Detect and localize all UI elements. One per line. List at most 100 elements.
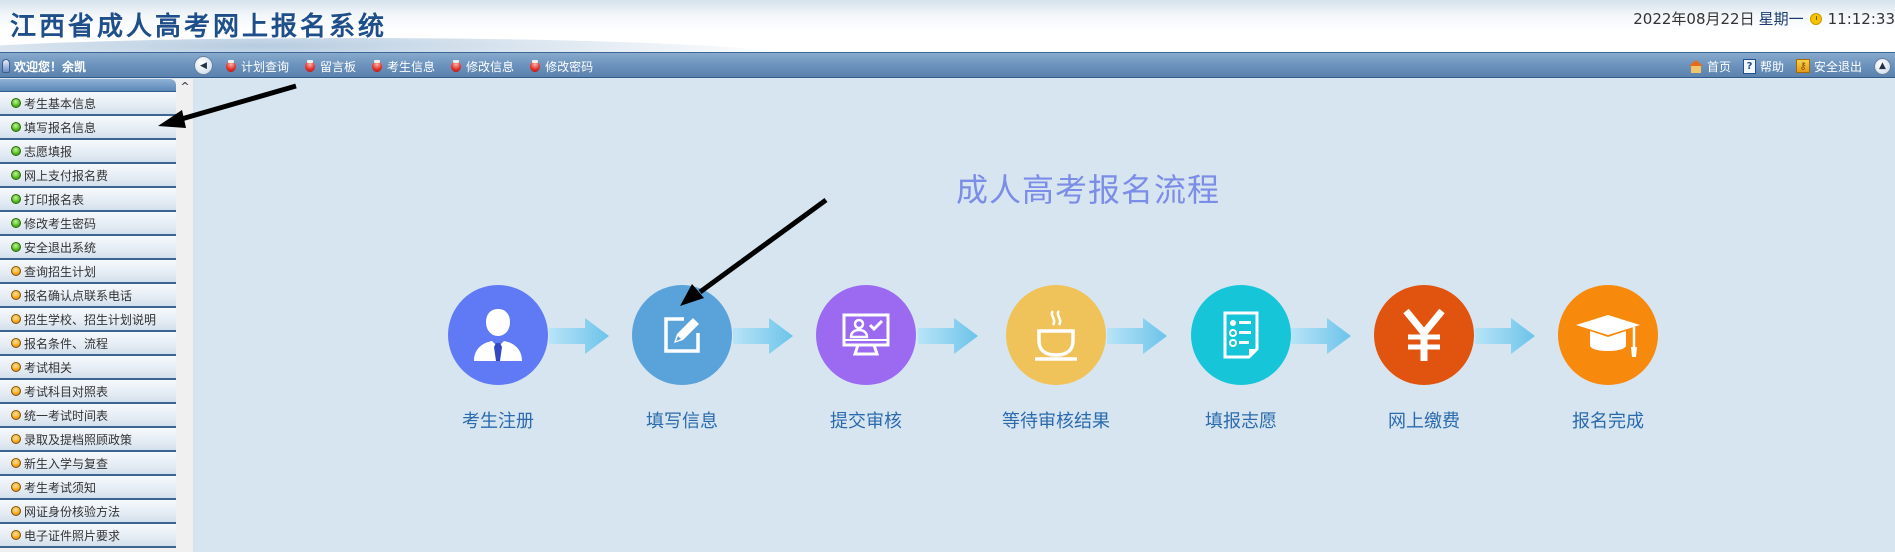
- home-icon: [1688, 59, 1703, 73]
- step-await-result[interactable]: 等待审核结果: [986, 285, 1126, 433]
- help-link[interactable]: ? 帮助: [1742, 58, 1784, 75]
- sidebar-item[interactable]: 网上支付报名费: [0, 164, 176, 188]
- nav-link-label: 留言板: [320, 59, 357, 74]
- collapse-header-button[interactable]: ▲: [1874, 57, 1891, 75]
- step-label: 等待审核结果: [1002, 411, 1110, 432]
- nav-link-label: 考生信息: [387, 59, 436, 74]
- help-icon: ?: [1742, 58, 1756, 74]
- sidebar-item[interactable]: 考生考试须知: [0, 476, 176, 500]
- orange-status-dot-icon: [11, 410, 21, 420]
- red-dot-icon: [226, 59, 236, 72]
- sidebar-item[interactable]: 统一考试时间表: [0, 404, 176, 428]
- date-text: 2022年08月22日: [1633, 10, 1755, 28]
- step-label: 网上缴费: [1388, 411, 1460, 432]
- flow-arrow-icon: [918, 318, 978, 354]
- nav-link-candidate-info[interactable]: 考生信息: [372, 58, 435, 75]
- orange-status-dot-icon: [11, 314, 21, 324]
- step-circle: [816, 285, 916, 385]
- nav-link-plan-query[interactable]: 计划查询: [226, 58, 289, 75]
- monitor-check-icon: [842, 313, 890, 356]
- sidebar-item-label: 修改考生密码: [24, 216, 97, 231]
- sidebar-item-label: 网上支付报名费: [24, 168, 109, 183]
- step-register[interactable]: 考生注册: [428, 285, 568, 433]
- sidebar-item[interactable]: 安全退出系统: [0, 236, 176, 260]
- datetime: 2022年08月22日 星期一 11:12:33: [1633, 8, 1895, 29]
- flow-arrow-icon: [549, 318, 609, 354]
- orange-status-dot-icon: [11, 338, 21, 348]
- sidebar-item[interactable]: 考生基本信息: [0, 92, 176, 116]
- sidebar-item[interactable]: 新生入学与复查: [0, 452, 176, 476]
- yen-icon: [1403, 308, 1445, 361]
- sidebar-item-label: 查询招生计划: [24, 264, 97, 279]
- step-label: 填写信息: [646, 411, 718, 432]
- sidebar-item[interactable]: 网证身份核验方法: [0, 500, 176, 524]
- sidebar-item[interactable]: 填写报名信息: [0, 116, 176, 140]
- nav-link-label: 修改信息: [466, 59, 515, 74]
- sidebar-item[interactable]: 打印报名表: [0, 188, 176, 212]
- orange-status-dot-icon: [11, 458, 21, 468]
- sidebar-menu: 考生基本信息填写报名信息 志愿填报网上支付报名费打印报名表修改考生密码 安全退出系统…: [0, 92, 176, 548]
- green-status-dot-icon: [11, 242, 21, 252]
- nav-link-edit-info[interactable]: 修改信息: [451, 58, 514, 75]
- sidebar-item[interactable]: 报名确认点联系电话: [0, 284, 176, 308]
- sidebar-item[interactable]: 报名条件、流程: [0, 332, 176, 356]
- collapse-sidebar-button[interactable]: ◀: [194, 56, 213, 75]
- site-title: 江西省成人高考网上报名系统: [10, 12, 388, 42]
- sidebar-item-label: 考生基本信息: [24, 96, 97, 111]
- sidebar-item[interactable]: 录取及提档照顾政策: [0, 428, 176, 452]
- sidebar-item-label: 网证身份核验方法: [24, 504, 121, 519]
- sidebar-item[interactable]: 志愿填报: [0, 140, 176, 164]
- step-circle: [1191, 285, 1291, 385]
- sidebar-item[interactable]: 招生学校、招生计划说明: [0, 308, 176, 332]
- sidebar-item-label: 安全退出系统: [24, 240, 97, 255]
- step-label: 报名完成: [1572, 411, 1644, 432]
- sidebar-item[interactable]: 考试科目对照表: [0, 380, 176, 404]
- chevron-up-icon: ▲: [1879, 61, 1886, 71]
- nav-link-change-password[interactable]: 修改密码: [530, 58, 593, 75]
- green-status-dot-icon: [11, 170, 21, 180]
- red-dot-icon: [372, 59, 383, 72]
- key-icon: ⚷: [1795, 59, 1810, 73]
- step-label: 提交审核: [830, 411, 902, 432]
- home-link-label: 首页: [1706, 59, 1731, 74]
- sidebar-item[interactable]: 考试相关: [0, 356, 176, 380]
- nav-link-message-board[interactable]: 留言板: [305, 58, 356, 75]
- checklist-icon: [1223, 311, 1259, 359]
- nav-link-label: 修改密码: [545, 59, 594, 74]
- step-fill-info[interactable]: 填写信息: [612, 285, 752, 433]
- orange-status-dot-icon: [11, 506, 21, 516]
- step-circle: [1558, 285, 1658, 385]
- sidebar-item-label: 考生考试须知: [24, 480, 97, 495]
- step-online-payment[interactable]: 网上缴费: [1354, 285, 1494, 433]
- main-content: 成人高考报名流程 考生注册 填写信息 提交审核 等待审核结果 填报志愿 网上缴费…: [193, 79, 1895, 552]
- clock-icon: [1809, 12, 1822, 25]
- sidebar-header-bar: [0, 79, 176, 92]
- step-fill-preferences[interactable]: 填报志愿: [1171, 285, 1311, 433]
- sidebar-item[interactable]: 修改考生密码: [0, 212, 176, 236]
- nav-links: 计划查询 留言板 考生信息 修改信息 修改密码: [226, 53, 593, 79]
- flow-arrow-icon: [1107, 318, 1167, 354]
- home-link[interactable]: 首页: [1688, 58, 1731, 75]
- welcome-area: 欢迎您！余凯: [0, 53, 180, 79]
- nav-link-label: 计划查询: [241, 59, 290, 74]
- main-panel: 成人高考报名流程 考生注册 填写信息 提交审核 等待审核结果 填报志愿 网上缴费…: [195, 79, 1895, 552]
- sidebar-item[interactable]: 查询招生计划: [0, 260, 176, 284]
- step-submit-review[interactable]: 提交审核: [796, 285, 936, 433]
- header: 江西省成人高考网上报名系统 2022年08月22日 星期一 11:12:33: [0, 0, 1895, 52]
- chevron-left-icon: ◀: [200, 60, 207, 71]
- step-complete[interactable]: 报名完成: [1538, 285, 1678, 433]
- green-status-dot-icon: [11, 146, 21, 156]
- orange-status-dot-icon: [11, 290, 21, 300]
- edit-icon: [664, 317, 700, 353]
- sidebar-item-label: 报名条件、流程: [24, 336, 109, 351]
- time-text: 11:12:33: [1827, 9, 1895, 28]
- logout-link[interactable]: ⚷ 安全退出: [1795, 58, 1862, 75]
- green-status-dot-icon: [11, 98, 21, 108]
- right-links: 首页 ? 帮助 ⚷ 安全退出 ▲: [1688, 53, 1891, 79]
- sidebar-item-label: 录取及提档照顾政策: [24, 432, 133, 447]
- user-tie-icon: [474, 309, 522, 361]
- sidebar-scroll-up-button[interactable]: ^: [178, 79, 192, 93]
- red-dot-icon: [530, 59, 541, 72]
- sidebar-item[interactable]: 电子证件照片要求: [0, 524, 176, 548]
- step-circle: [632, 285, 732, 385]
